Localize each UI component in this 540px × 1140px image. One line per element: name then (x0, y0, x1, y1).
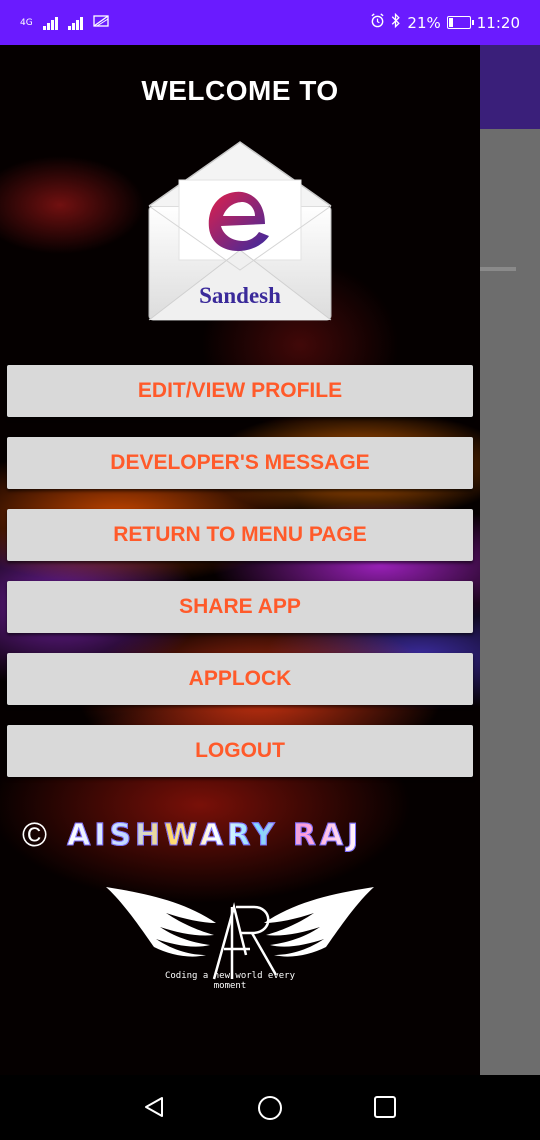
signal-icon (42, 16, 58, 30)
battery-percent: 21% (407, 13, 441, 32)
logout-button[interactable]: LOGOUT (7, 725, 473, 777)
logo-text: Sandesh (199, 283, 281, 308)
clock: 11:20 (476, 13, 520, 32)
battery-charging-icon (446, 16, 474, 29)
system-nav-bar (0, 1075, 540, 1140)
applock-button[interactable]: APPLOCK (7, 653, 473, 705)
developer-credit: © AISHWARY RAJ (22, 815, 472, 855)
recents-icon[interactable] (373, 1095, 397, 1124)
developers-message-button[interactable]: DEVELOPER'S MESSAGE (7, 437, 473, 489)
background-app-bar (480, 45, 540, 129)
no-sim-icon (93, 15, 109, 30)
status-bar: 4G 21% 11:20 (0, 0, 540, 45)
signal-2-icon (67, 16, 83, 30)
copyright-symbol: © (22, 816, 48, 854)
developer-name: AISHWARY RAJ (67, 817, 363, 853)
status-right: 21% 11:20 (370, 12, 520, 32)
edit-view-profile-button[interactable]: EDIT/VIEW PROFILE (7, 365, 473, 417)
background-app[interactable] (480, 45, 540, 1075)
welcome-heading: WELCOME TO (141, 75, 339, 106)
back-icon[interactable] (142, 1095, 166, 1124)
return-to-menu-page-button[interactable]: RETURN TO MENU PAGE (7, 509, 473, 561)
motto-text: Coding a new world every moment (164, 971, 296, 991)
background-divider (480, 267, 516, 271)
sandesh-logo: Sandesh (147, 140, 333, 322)
status-left: 4G (20, 15, 109, 30)
navigation-drawer: WELCOME TO Sandesh EDIT/VIEW PROFILE DEV… (0, 45, 480, 1075)
share-app-button[interactable]: SHARE APP (7, 581, 473, 633)
network-type: 4G (20, 17, 33, 28)
home-icon[interactable] (257, 1095, 283, 1126)
bluetooth-icon (391, 12, 401, 32)
alarm-icon (370, 13, 385, 32)
